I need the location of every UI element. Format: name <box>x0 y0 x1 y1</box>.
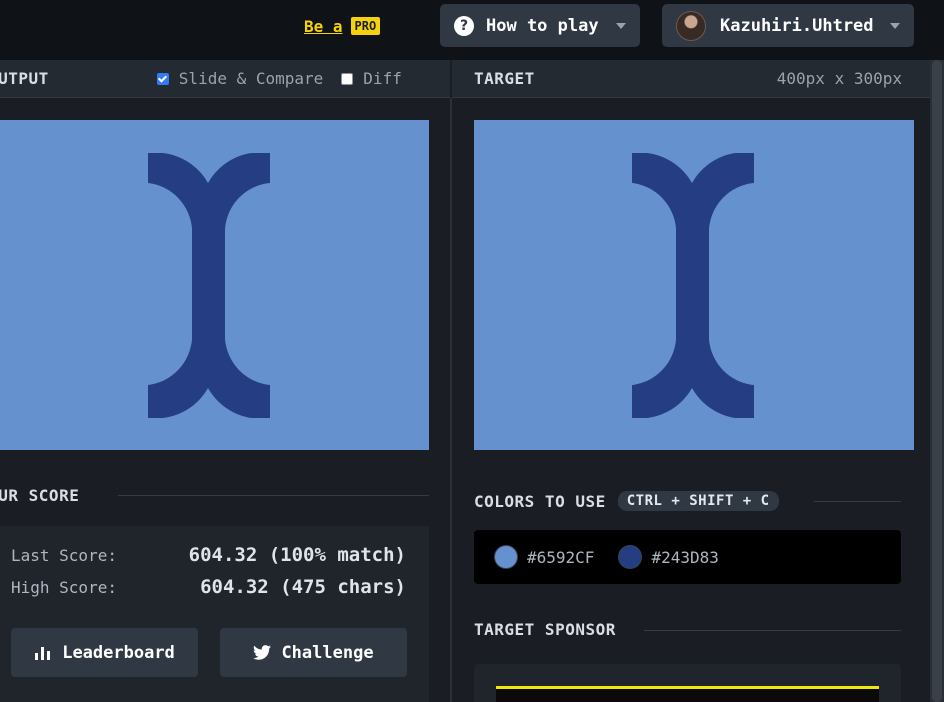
chevron-down-icon <box>890 22 900 29</box>
how-to-play-button[interactable]: ? How to play <box>440 4 640 47</box>
high-score-label: High Score: <box>11 577 117 597</box>
last-score-value: 604.32 (100% match) <box>188 544 406 566</box>
target-dimensions: 400px x 300px <box>776 69 902 88</box>
bracket-cut-left <box>148 183 192 385</box>
be-pro-text: Be a <box>304 16 343 36</box>
output-title: OUTPUT <box>0 69 49 88</box>
bracket-cut-right <box>709 183 754 385</box>
color-swatch-1[interactable]: #6592CF <box>494 545 594 569</box>
color-dot <box>618 545 643 569</box>
output-shape <box>148 152 270 419</box>
score-divider <box>118 495 429 496</box>
help-circle-icon: ? <box>454 15 474 36</box>
leaderboard-label: Leaderboard <box>62 642 175 663</box>
leaderboard-button[interactable]: Leaderboard <box>11 628 198 677</box>
avatar <box>676 10 706 41</box>
slide-compare-toggle[interactable]: Slide & Compare <box>156 69 324 88</box>
sponsor-banner[interactable] <box>496 686 879 702</box>
color-swatch-2[interactable]: #243D83 <box>618 545 719 569</box>
target-shape <box>632 152 754 419</box>
score-title: YOUR SCORE <box>0 486 80 505</box>
slide-compare-label: Slide & Compare <box>178 69 324 88</box>
username: Kazuhiri.Uhtred <box>720 15 874 36</box>
color-hex: #243D83 <box>651 547 719 567</box>
pro-badge: PRO <box>350 17 381 35</box>
high-score-row: High Score: 604.32 (475 chars) <box>11 576 406 598</box>
top-bar: Be a PRO ? How to play Kazuhiri.Uhtred <box>0 0 944 60</box>
copy-shortcut-badge: CTRL + SHIFT + C <box>617 491 779 511</box>
user-menu-button[interactable]: Kazuhiri.Uhtred <box>662 4 914 47</box>
output-panel-header: OUTPUT Slide & Compare Diff <box>0 60 450 98</box>
how-to-play-label: How to play <box>486 15 599 36</box>
sponsor-box <box>474 664 901 702</box>
slide-compare-checkbox[interactable] <box>156 72 169 85</box>
colors-title: COLORS TO USE <box>474 491 606 511</box>
color-dot <box>494 545 518 569</box>
diff-label: Diff <box>363 69 402 88</box>
sponsor-divider <box>644 630 901 631</box>
page-scrollbar[interactable] <box>930 60 944 702</box>
bar-chart-icon <box>35 646 51 660</box>
last-score-row: Last Score: 604.32 (100% match) <box>11 544 406 566</box>
chevron-down-icon <box>616 22 626 29</box>
challenge-button[interactable]: Challenge <box>220 628 407 677</box>
be-pro-link[interactable]: Be a PRO <box>304 14 381 38</box>
twitter-icon <box>253 645 272 660</box>
color-hex: #6592CF <box>527 547 595 567</box>
last-score-label: Last Score: <box>11 545 117 565</box>
high-score-value: 604.32 (475 chars) <box>200 576 406 598</box>
bracket-cut-right <box>225 183 270 385</box>
challenge-label: Challenge <box>281 642 374 663</box>
colors-divider <box>814 501 901 502</box>
output-canvas[interactable] <box>0 120 429 450</box>
colors-title-row: COLORS TO USE CTRL + SHIFT + C <box>474 491 779 511</box>
bracket-cut-left <box>632 183 676 385</box>
colors-box: #6592CF #243D83 <box>474 530 901 584</box>
scrollbar-thumb[interactable] <box>932 60 942 702</box>
target-canvas <box>474 120 914 450</box>
panel-divider <box>450 98 452 702</box>
diff-toggle[interactable]: Diff <box>341 69 402 88</box>
diff-checkbox[interactable] <box>341 72 354 85</box>
target-title: TARGET <box>474 69 535 88</box>
target-panel-header: TARGET 400px x 300px <box>452 60 930 98</box>
sponsor-title: TARGET SPONSOR <box>474 620 616 639</box>
